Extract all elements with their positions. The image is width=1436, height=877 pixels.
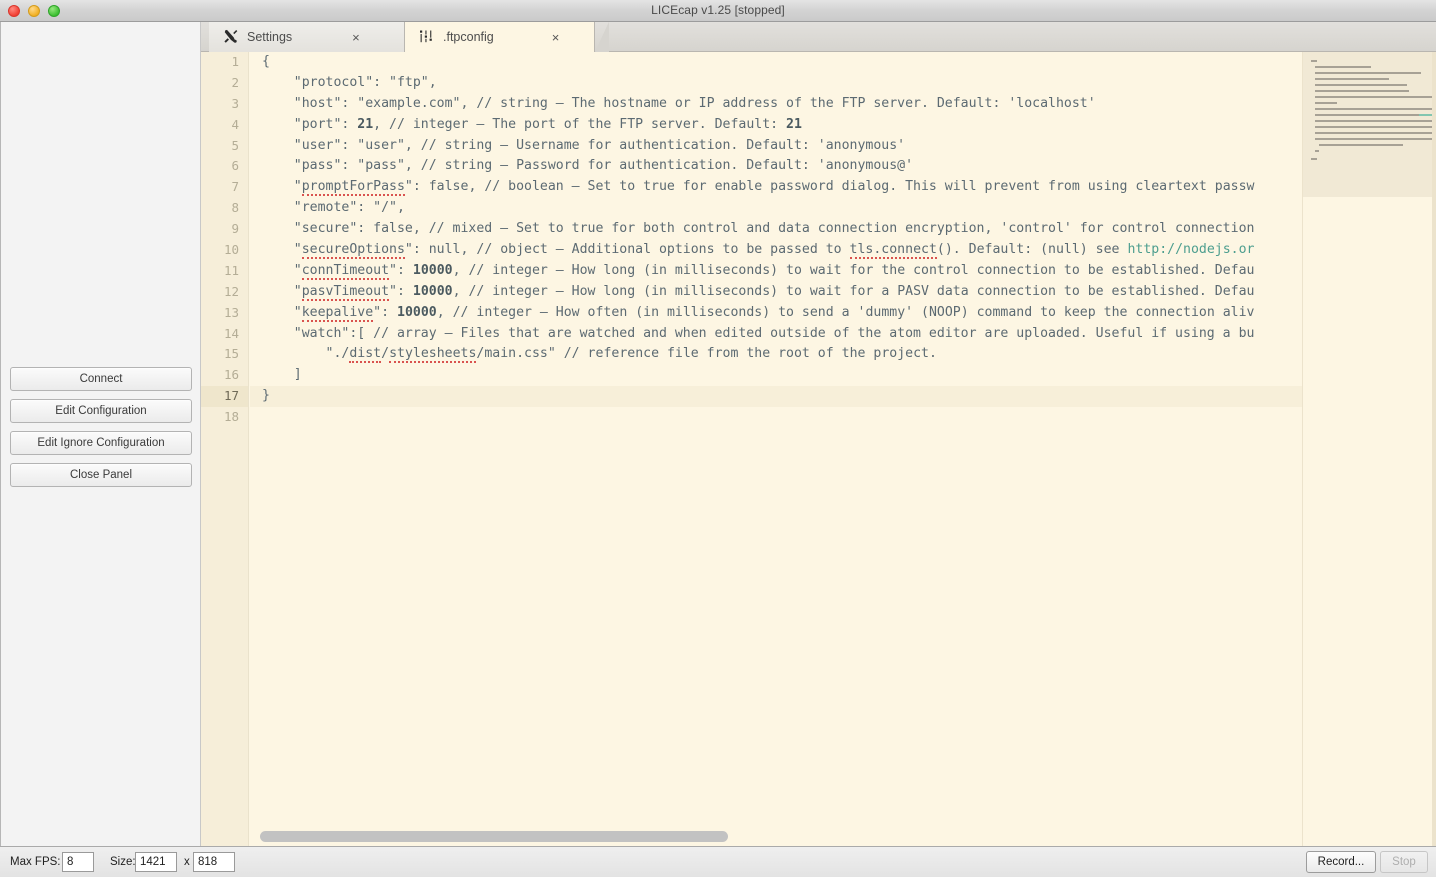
code-line: "secureOptions": null, // object — Addit… xyxy=(262,242,1255,260)
code-line: "promptForPass": false, // boolean — Set… xyxy=(262,179,1255,197)
code-line-active: } xyxy=(250,386,1436,408)
minimap[interactable] xyxy=(1302,52,1436,846)
tab-bar: Settings × .ftpconfig × xyxy=(201,22,1436,52)
ftp-panel-buttons: Connect Edit Configuration Edit Ignore C… xyxy=(10,367,192,495)
code-line: "watch":[ // array — Files that are watc… xyxy=(262,325,1255,341)
tab-settings-close-icon[interactable]: × xyxy=(352,31,360,44)
tab-settings[interactable]: Settings × xyxy=(209,22,405,52)
line-number: 12 xyxy=(223,283,239,299)
code-line: "pasvTimeout": 10000, // integer — How l… xyxy=(262,283,1255,301)
code-line: "host": "example.com", // string — The h… xyxy=(262,95,1096,111)
stop-button: Stop xyxy=(1380,851,1428,873)
line-number-gutter: 1 2 3 4 5 6 7 8 9 10 11 12 13 14 15 16 1 xyxy=(201,52,249,846)
size-label: Size: xyxy=(110,856,136,868)
code-line: "connTimeout": 10000, // integer — How l… xyxy=(262,262,1255,280)
horizontal-scrollbar[interactable] xyxy=(250,831,1301,842)
line-number: 7 xyxy=(231,179,239,195)
close-panel-button[interactable]: Close Panel xyxy=(10,463,192,487)
line-number: 11 xyxy=(223,262,239,278)
code-line: "remote": "/", xyxy=(262,200,405,216)
size-width-input[interactable] xyxy=(135,852,177,872)
capture-area: Connect Edit Configuration Edit Ignore C… xyxy=(0,22,1436,846)
window-titlebar: LICEcap v1.25 [stopped] xyxy=(0,0,1436,22)
code-line: "keepalive": 10000, // integer — How oft… xyxy=(262,304,1255,322)
line-number: 10 xyxy=(223,242,239,258)
code-line: "./dist/stylesheets/main.css" // referen… xyxy=(262,346,937,364)
line-number-active: 17 xyxy=(201,386,248,408)
ftp-side-panel: Connect Edit Configuration Edit Ignore C… xyxy=(1,22,201,846)
code-line: { xyxy=(262,54,270,69)
line-number: 13 xyxy=(223,304,239,320)
line-number: 3 xyxy=(231,95,239,111)
code-line: "pass": "pass", // string — Password for… xyxy=(262,158,914,174)
line-number: 15 xyxy=(223,346,239,362)
line-number: 8 xyxy=(231,200,239,216)
line-number: 1 xyxy=(231,54,239,69)
size-separator: x xyxy=(184,856,190,868)
code-line: "protocol": "ftp", xyxy=(262,74,437,90)
tab-bar-slant xyxy=(595,22,609,52)
edit-ignore-configuration-button[interactable]: Edit Ignore Configuration xyxy=(10,431,192,455)
line-number: 2 xyxy=(231,74,239,90)
code-line: "port": 21, // integer — The port of the… xyxy=(262,116,802,132)
size-height-input[interactable] xyxy=(193,852,235,872)
code-line: ] xyxy=(262,367,302,383)
edit-configuration-button[interactable]: Edit Configuration xyxy=(10,399,192,423)
connect-button[interactable]: Connect xyxy=(10,367,192,391)
tab-ftpconfig-label: .ftpconfig xyxy=(443,30,494,44)
code-line: "user": "user", // string — Username for… xyxy=(262,137,906,153)
vertical-scrollbar-rail[interactable] xyxy=(1432,52,1436,846)
config-icon xyxy=(420,30,432,43)
line-number: 5 xyxy=(231,137,239,153)
code-line: "secure": false, // mixed — Set to true … xyxy=(262,221,1255,237)
horizontal-scrollbar-thumb[interactable] xyxy=(260,831,728,842)
window-title: LICEcap v1.25 [stopped] xyxy=(651,3,785,17)
tab-ftpconfig-close-icon[interactable]: × xyxy=(552,31,560,44)
line-number: 4 xyxy=(231,116,239,132)
record-button[interactable]: Record... xyxy=(1306,851,1376,873)
tab-settings-label: Settings xyxy=(247,30,293,44)
tab-ftpconfig[interactable]: .ftpconfig × xyxy=(405,22,595,52)
editor-pane: Settings × .ftpconfig × 1 2 3 4 5 6 7 8 … xyxy=(201,22,1436,846)
line-number: 6 xyxy=(231,158,239,174)
max-fps-input[interactable] xyxy=(62,852,94,872)
line-number: 18 xyxy=(223,409,239,425)
licecap-window: LICEcap v1.25 [stopped] Connect Edit Con… xyxy=(0,0,1436,877)
max-fps-label: Max FPS: xyxy=(10,856,61,868)
licecap-statusbar: Max FPS: Size: x Record... Stop xyxy=(0,846,1436,877)
code-region: 1 2 3 4 5 6 7 8 9 10 11 12 13 14 15 16 1 xyxy=(201,52,1436,846)
line-number: 14 xyxy=(223,325,239,341)
line-number: 16 xyxy=(223,367,239,383)
tools-icon xyxy=(224,29,238,43)
line-number: 9 xyxy=(231,221,239,237)
code-content[interactable]: { "protocol": "ftp", "host": "example.co… xyxy=(250,52,1436,846)
